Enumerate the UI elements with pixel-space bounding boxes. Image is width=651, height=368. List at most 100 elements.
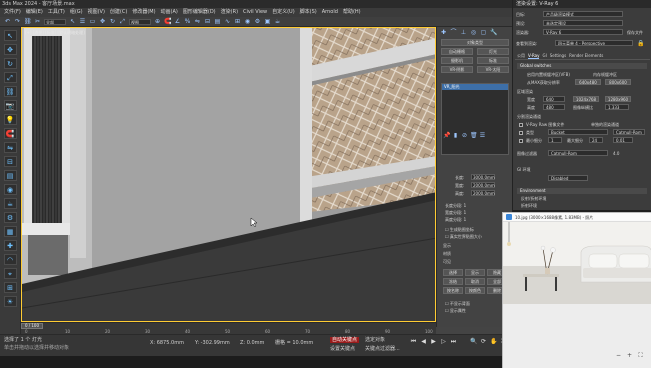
align-icon[interactable]: ⊟ <box>204 18 211 25</box>
material-icon[interactable]: ◉ <box>3 184 17 195</box>
save-file-label[interactable]: 保存文件 <box>627 30 643 35</box>
menu-item-7[interactable]: 动画(A) <box>161 8 178 17</box>
menu-item-13[interactable]: Arnold <box>322 8 338 17</box>
menu-item-10[interactable]: Civil View <box>243 8 267 17</box>
object-type-button-3[interactable]: 摄影机 <box>441 57 473 64</box>
render-tab-2[interactable]: GI <box>542 52 546 59</box>
get-resolution-label[interactable]: 从MAX获取分辨率 <box>527 80 560 85</box>
enable-vfb-label[interactable]: 启用内置帧缓冲区(VFB) <box>527 72 570 77</box>
sun-icon[interactable]: ☀ <box>3 296 17 307</box>
camera-icon[interactable]: 📷 <box>3 100 17 111</box>
display-checkbox-0[interactable]: ☐ 不显示背面 <box>445 301 470 306</box>
settings-icon[interactable]: ⚙ <box>3 212 17 223</box>
filter-size-value[interactable]: 4.0 <box>613 151 619 156</box>
selection-filter-dropdown[interactable]: 全部 <box>44 18 66 25</box>
display-checkbox-1[interactable]: ☐ 显示属性 <box>445 308 466 313</box>
zoom-out-icon[interactable]: − <box>615 352 622 359</box>
param-field-1[interactable]: 2000.0mm <box>471 182 495 188</box>
align-icon[interactable]: ⊟ <box>3 156 17 167</box>
rollout-environment[interactable]: Environment <box>517 188 647 194</box>
helper-icon[interactable]: ✚ <box>3 240 17 251</box>
move-icon[interactable]: ✥ <box>3 44 17 55</box>
pin-stack-icon[interactable]: 📌 <box>443 132 450 139</box>
scale-icon[interactable]: ⤢ <box>3 72 17 83</box>
vray-raw-checkbox[interactable] <box>519 123 523 127</box>
setkey-button[interactable]: 设置关键点 <box>330 346 355 352</box>
percent-snap-icon[interactable]: % <box>184 18 191 25</box>
select-icon[interactable]: ↖ <box>69 18 76 25</box>
key-filters-button[interactable]: 关键点过滤器... <box>365 346 400 352</box>
preset-dropdown[interactable]: 未选定预设 <box>543 20 623 26</box>
display-button-0[interactable]: 选择 <box>443 269 463 276</box>
menu-item-9[interactable]: 渲染(R) <box>221 8 238 17</box>
sampler-type-dropdown[interactable]: Bucket <box>548 129 608 135</box>
zoom-icon[interactable]: 🔍 <box>470 338 477 345</box>
go-to-start-icon[interactable]: ⏮ <box>410 338 417 345</box>
undo-icon[interactable]: ↶ <box>4 18 11 25</box>
menu-item-11[interactable]: 自定义(U) <box>272 8 295 17</box>
object-type-button-0[interactable]: 对象类型 <box>441 39 509 46</box>
menu-item-4[interactable]: 视图(V) <box>88 8 105 17</box>
render-tab-1[interactable]: V-Ray <box>528 52 540 59</box>
select-icon[interactable]: ↖ <box>3 30 17 41</box>
param-field-0[interactable]: 3000.0mm <box>471 174 495 180</box>
configure-sets-icon[interactable]: ☰ <box>479 132 486 139</box>
object-type-button-5[interactable]: VR-阴影 <box>441 66 473 73</box>
menu-item-2[interactable]: 工具(T) <box>48 8 65 17</box>
orbit-icon[interactable]: ⟳ <box>480 338 487 345</box>
pan-icon[interactable]: ✋ <box>490 338 497 345</box>
gi-env-dropdown[interactable]: Disabled <box>548 175 588 181</box>
make-unique-icon[interactable]: ⊘ <box>461 132 468 139</box>
move-icon[interactable]: ✥ <box>99 18 106 25</box>
menu-item-14[interactable]: 帮助(H) <box>343 8 361 17</box>
view-to-render-dropdown[interactable]: 四元菜单 4 - Perspective <box>555 40 633 46</box>
next-frame-icon[interactable]: ▷ <box>440 338 447 345</box>
layer-icon[interactable]: ▤ <box>214 18 221 25</box>
render-frame-icon[interactable]: ▣ <box>264 18 271 25</box>
display-button-4[interactable]: 取消 <box>465 278 485 285</box>
cmd-checkbox-0[interactable]: ☐ 生成贴图坐标 <box>445 227 474 232</box>
min-subdivs-checkbox[interactable] <box>519 139 523 143</box>
target-dropdown[interactable]: 产品级渲染模式 <box>543 11 623 17</box>
select-by-name-icon[interactable]: ☰ <box>79 18 86 25</box>
show-end-result-icon[interactable]: ▮ <box>452 132 459 139</box>
menu-item-1[interactable]: 编辑(E) <box>26 8 43 17</box>
modify-tab-icon[interactable]: ⌒ <box>450 29 457 36</box>
coord-x[interactable]: X: 6875.0mm <box>150 340 184 346</box>
object-type-button-2[interactable]: 灯光 <box>477 48 509 55</box>
max-subdivs-field[interactable]: 24 <box>589 137 603 143</box>
unlink-icon[interactable]: ✂ <box>34 18 41 25</box>
rotate-icon[interactable]: ↻ <box>109 18 116 25</box>
render-tab-3[interactable]: Settings <box>550 52 566 59</box>
threshold-field[interactable]: 0.01 <box>613 137 633 143</box>
angle-snap-icon[interactable]: ∠ <box>174 18 181 25</box>
cmd-checkbox-1[interactable]: ☐ 真实世界贴图大小 <box>445 234 482 239</box>
display-button-1[interactable]: 显示 <box>465 269 485 276</box>
object-type-button-6[interactable]: VR-太阳 <box>477 66 509 73</box>
min-subdivs-field[interactable]: 1 <box>548 137 562 143</box>
object-type-button-4[interactable]: 标准 <box>477 57 509 64</box>
go-to-end-icon[interactable]: ⏭ <box>450 338 457 345</box>
height-field[interactable]: 480 <box>543 104 565 110</box>
display-button-7[interactable]: 按颜色 <box>465 287 485 294</box>
space-icon[interactable]: ⌖ <box>3 268 17 279</box>
lock-view-icon[interactable]: 🔒 <box>637 40 644 47</box>
pivot-icon[interactable]: ⊕ <box>154 18 161 25</box>
play-icon[interactable]: ▶ <box>430 338 437 345</box>
redo-icon[interactable]: ↷ <box>14 18 21 25</box>
display-tab-icon[interactable]: ▢ <box>480 29 487 36</box>
snap-icon[interactable]: 🧲 <box>164 18 171 25</box>
zoom-in-icon[interactable]: + <box>626 352 633 359</box>
display-button-3[interactable]: 冻结 <box>443 278 463 285</box>
autokey-button[interactable]: 自动关键点 <box>330 337 360 343</box>
timeline[interactable]: 0 / 100 0 10 20 30 40 50 60 70 80 90 100 <box>21 322 436 334</box>
utilities-tab-icon[interactable]: 🔧 <box>490 29 497 36</box>
hierarchy-tab-icon[interactable]: ⊥ <box>460 29 467 36</box>
menu-item-5[interactable]: 创建(C) <box>110 8 127 17</box>
mirror-icon[interactable]: ⇋ <box>194 18 201 25</box>
filter-dropdown[interactable]: Catmull-Rom <box>613 129 645 135</box>
menu-item-8[interactable]: 图形编辑器(D) <box>183 8 216 17</box>
menu-item-12[interactable]: 脚本(S) <box>300 8 317 17</box>
link-icon[interactable]: ⛓ <box>3 86 17 97</box>
preset-1024-button[interactable]: 1024x768 <box>573 96 599 102</box>
